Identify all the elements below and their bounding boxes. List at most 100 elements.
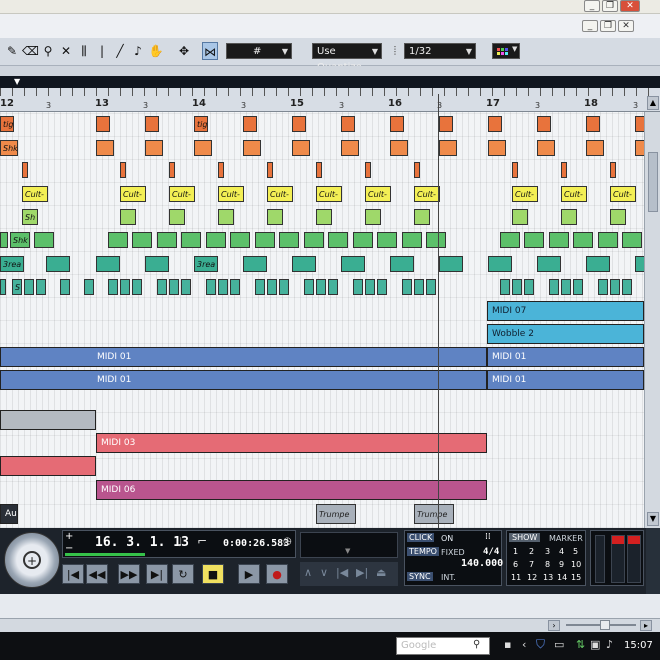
midi-part[interactable] bbox=[402, 279, 412, 295]
midi-part[interactable] bbox=[96, 256, 120, 272]
midi-part[interactable] bbox=[635, 116, 644, 132]
hand-icon[interactable]: ✋ bbox=[148, 42, 164, 60]
midi-part[interactable] bbox=[169, 209, 185, 225]
close-icon[interactable]: ✕ bbox=[620, 0, 640, 12]
midi-part[interactable] bbox=[610, 162, 616, 178]
midi-part[interactable]: Cult- bbox=[120, 186, 146, 202]
play-button[interactable]: ▶ bbox=[238, 564, 260, 584]
midi-part[interactable] bbox=[206, 279, 216, 295]
minimize-icon[interactable]: _ bbox=[584, 0, 600, 12]
midi-part[interactable]: Cult- bbox=[365, 186, 391, 202]
rewind-button[interactable]: ◀◀ bbox=[86, 564, 108, 584]
midi-part[interactable]: Cult- bbox=[22, 186, 48, 202]
midi-part[interactable] bbox=[439, 116, 453, 132]
marker-14[interactable]: 14 bbox=[557, 573, 567, 582]
pencil-icon[interactable]: ✎ bbox=[4, 42, 20, 60]
midi-part-wobble2[interactable]: Wobble 2 bbox=[487, 324, 644, 344]
midi-part[interactable] bbox=[279, 232, 299, 248]
midi-part[interactable] bbox=[537, 256, 561, 272]
midi-part[interactable]: 3rea bbox=[0, 256, 24, 272]
tray-shield-icon[interactable]: ⛉ bbox=[536, 637, 545, 652]
midi-part[interactable] bbox=[414, 162, 420, 178]
midi-part[interactable]: Sh bbox=[22, 209, 38, 225]
click-button[interactable]: CLICK bbox=[407, 533, 435, 542]
midi-part[interactable] bbox=[132, 232, 152, 248]
midi-part[interactable]: Cult- bbox=[414, 186, 440, 202]
marker-11[interactable]: 11 bbox=[511, 573, 521, 582]
midi-part[interactable] bbox=[598, 279, 608, 295]
midi-part[interactable] bbox=[145, 140, 163, 156]
ruler-locator-bar[interactable]: ▼ bbox=[0, 76, 660, 88]
midi-part[interactable]: Cult- bbox=[561, 186, 587, 202]
midi-part[interactable] bbox=[390, 256, 414, 272]
midi-part[interactable]: Cult- bbox=[169, 186, 195, 202]
quantize-icon[interactable]: ⦙ bbox=[387, 42, 403, 60]
midi-part[interactable]: Cult- bbox=[267, 186, 293, 202]
midi-part[interactable] bbox=[512, 279, 522, 295]
midi-part[interactable]: 3rea bbox=[194, 256, 218, 272]
restore-icon[interactable]: ❐ bbox=[600, 20, 616, 32]
line-icon[interactable]: ╱ bbox=[112, 42, 128, 60]
midi-part[interactable] bbox=[537, 140, 555, 156]
mute-icon[interactable]: ✕ bbox=[58, 42, 74, 60]
midi-part[interactable] bbox=[243, 256, 267, 272]
midi-part[interactable] bbox=[341, 140, 359, 156]
glue-icon[interactable]: | bbox=[94, 42, 110, 60]
marker-4[interactable]: 4 bbox=[559, 547, 564, 556]
midi-part[interactable]: tig bbox=[194, 116, 208, 132]
midi-part[interactable] bbox=[488, 116, 502, 132]
restore-icon[interactable]: ❐ bbox=[602, 0, 618, 12]
audio-part-trumpet[interactable]: Trumpe bbox=[414, 504, 454, 524]
marker-9[interactable]: 9 bbox=[559, 560, 564, 569]
midi-part[interactable] bbox=[573, 279, 583, 295]
midi-part-midi03[interactable]: MIDI 03 bbox=[96, 433, 487, 453]
go-to-start-button[interactable]: |◀ bbox=[62, 564, 84, 584]
punch-icon[interactable]: ⏏ bbox=[376, 566, 386, 579]
muted-part[interactable] bbox=[0, 410, 96, 430]
midi-part[interactable] bbox=[84, 279, 94, 295]
marker-8[interactable]: 8 bbox=[545, 560, 550, 569]
tray-display-icon[interactable]: ▣ bbox=[590, 638, 600, 651]
zoom-icon[interactable]: ⚲ bbox=[40, 42, 56, 60]
midi-part-midi01[interactable]: MIDI 01 bbox=[487, 347, 644, 367]
midi-part[interactable] bbox=[610, 279, 620, 295]
midi-part[interactable] bbox=[561, 279, 571, 295]
midi-part[interactable] bbox=[304, 279, 314, 295]
midi-part[interactable] bbox=[500, 279, 510, 295]
audio-part-trumpet[interactable]: Trumpe bbox=[316, 504, 356, 524]
midi-part[interactable] bbox=[120, 279, 130, 295]
midi-part[interactable] bbox=[292, 140, 310, 156]
midi-part[interactable] bbox=[561, 162, 567, 178]
zoom-in-icon[interactable]: ▸ bbox=[640, 620, 652, 631]
vertical-scrollbar[interactable]: ▲ ▼ bbox=[644, 96, 660, 528]
midi-part[interactable] bbox=[586, 140, 604, 156]
midi-part[interactable] bbox=[230, 279, 240, 295]
marker-2[interactable]: 2 bbox=[529, 547, 534, 556]
cycle-button[interactable]: ↻ bbox=[172, 564, 194, 584]
midi-part[interactable] bbox=[586, 116, 600, 132]
marker-10[interactable]: 10 bbox=[571, 560, 581, 569]
midi-part[interactable] bbox=[316, 209, 332, 225]
audio-part[interactable]: Aud bbox=[0, 504, 18, 524]
marker-3[interactable]: 3 bbox=[545, 547, 550, 556]
midi-part[interactable] bbox=[169, 279, 179, 295]
midi-part[interactable]: Cult- bbox=[610, 186, 636, 202]
midi-part[interactable] bbox=[0, 232, 8, 248]
position-display[interactable]: + − 16. 3. 1. 13 ♩ ⌐ 0:00:26.583 ◷ bbox=[62, 530, 296, 558]
midi-part[interactable]: Cult- bbox=[512, 186, 538, 202]
midi-part[interactable] bbox=[96, 140, 114, 156]
midi-part[interactable] bbox=[377, 279, 387, 295]
midi-part[interactable] bbox=[267, 209, 283, 225]
midi-part[interactable] bbox=[157, 279, 167, 295]
midi-part[interactable] bbox=[561, 209, 577, 225]
midi-part[interactable] bbox=[267, 162, 273, 178]
snap-icon[interactable]: ⋈ bbox=[202, 42, 218, 60]
midi-part[interactable] bbox=[549, 232, 569, 248]
midi-part[interactable] bbox=[488, 256, 512, 272]
midi-part[interactable] bbox=[488, 140, 506, 156]
midi-part[interactable] bbox=[377, 232, 397, 248]
search-icon[interactable]: ⚲ bbox=[473, 639, 480, 650]
midi-part-midi06[interactable]: MIDI 06 bbox=[96, 480, 487, 500]
scroll-right-icon[interactable]: › bbox=[548, 620, 560, 631]
midi-part[interactable] bbox=[537, 116, 551, 132]
